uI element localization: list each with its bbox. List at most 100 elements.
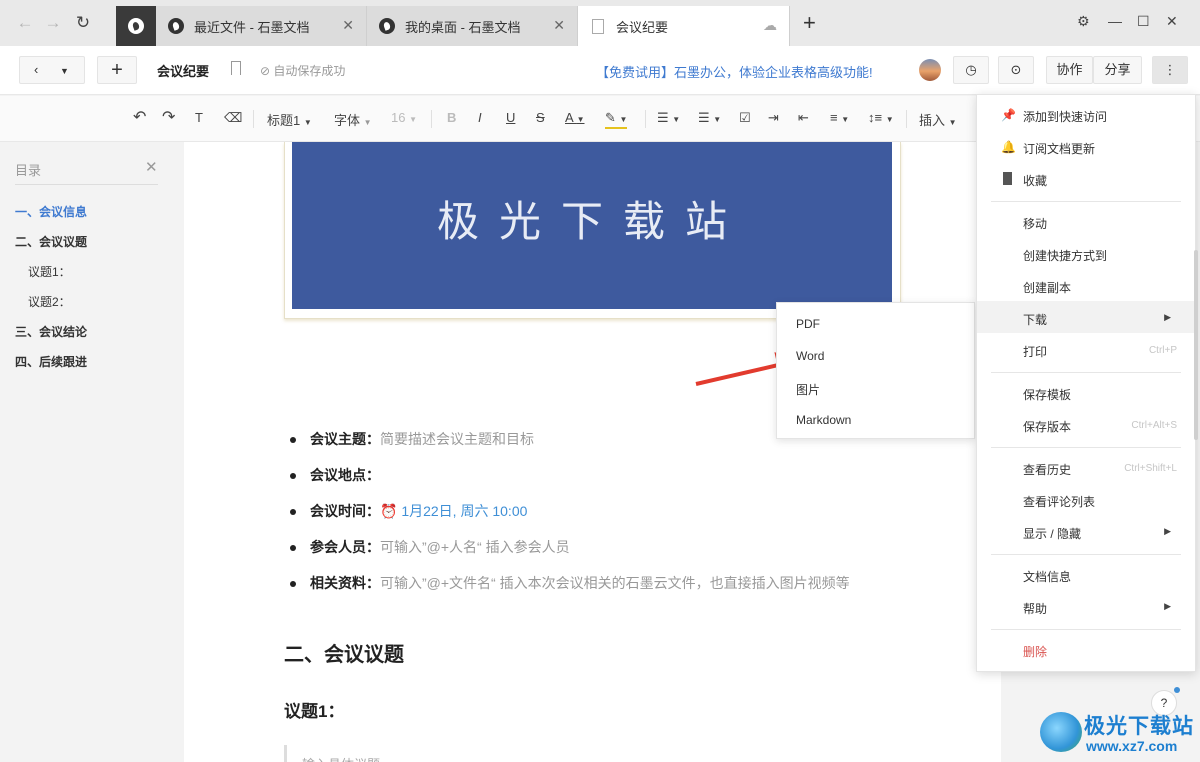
line-spacing-icon[interactable]: ↕≡ ▼ bbox=[868, 110, 894, 125]
menu-item-delete[interactable]: 删除 bbox=[1023, 643, 1047, 660]
close-icon[interactable]: ✕ bbox=[145, 158, 158, 176]
subsection-heading[interactable]: 议题1： bbox=[284, 697, 344, 722]
window-close-icon[interactable]: ✕ bbox=[1166, 13, 1178, 30]
download-markdown-item[interactable]: Markdown bbox=[796, 413, 851, 427]
redo-icon[interactable]: ↷ bbox=[162, 107, 175, 127]
checklist-icon[interactable]: ☑ bbox=[739, 110, 751, 126]
new-tab-icon[interactable]: + bbox=[803, 12, 816, 34]
section-heading[interactable]: 二、会议议题 bbox=[284, 638, 404, 667]
highlight-icon[interactable]: ✎ ▼ bbox=[605, 110, 628, 129]
minimize-icon[interactable]: — bbox=[1108, 13, 1122, 29]
bold-icon[interactable]: B bbox=[447, 110, 456, 125]
format-painter-icon[interactable]: T bbox=[195, 110, 203, 125]
new-document-button[interactable]: + bbox=[97, 56, 137, 84]
menu-item-subscribe[interactable]: 订阅文档更新 bbox=[1023, 140, 1095, 157]
shortcut-hint: Ctrl+Alt+S bbox=[1131, 420, 1177, 431]
outline-item-topic-2[interactable]: 议题2： bbox=[28, 293, 71, 310]
promo-link[interactable]: 【免费试用】石墨办公，体验企业表格高级功能! bbox=[596, 62, 873, 81]
notification-dot bbox=[1174, 687, 1180, 693]
avatar[interactable] bbox=[919, 59, 941, 81]
menu-item-history[interactable]: 查看历史 bbox=[1023, 461, 1071, 478]
list-item[interactable]: 相关资料：可输入”@+文件名“ 插入本次会议相关的石墨云文件，也直接插入图片视频… bbox=[290, 573, 850, 593]
cloud-icon: ☁ bbox=[763, 17, 777, 33]
app-home-tab[interactable] bbox=[116, 6, 156, 46]
menu-divider bbox=[991, 447, 1181, 448]
strikethrough-icon[interactable]: S bbox=[536, 110, 545, 125]
outline-item-conclusion[interactable]: 三、会议结论 bbox=[15, 323, 87, 340]
font-size-select[interactable]: 16 ▼ bbox=[391, 110, 417, 125]
bullet-list-icon[interactable]: ☰ ▼ bbox=[698, 110, 721, 126]
tab-label: 最近文件 - 石墨文档 bbox=[194, 19, 310, 35]
close-icon[interactable]: ✕ bbox=[553, 17, 565, 34]
chevron-right-icon: ▶ bbox=[1164, 526, 1171, 536]
menu-item-doc-info[interactable]: 文档信息 bbox=[1023, 568, 1071, 585]
banner-image[interactable]: 极光下载站 bbox=[292, 142, 892, 309]
presentation-play-icon[interactable]: ⊙ bbox=[998, 56, 1034, 84]
insert-select[interactable]: 插入 ▼ bbox=[919, 110, 957, 129]
bookmark-icon bbox=[1003, 172, 1012, 185]
bookmark-icon[interactable] bbox=[231, 61, 241, 75]
download-image-item[interactable]: 图片 bbox=[796, 381, 820, 398]
meeting-date[interactable]: 1月22日, 周六 10:00 bbox=[401, 503, 527, 519]
list-item[interactable]: 会议时间：⏰ 1月22日, 周六 10:00 bbox=[290, 501, 527, 521]
indent-icon[interactable]: ⇥ bbox=[768, 110, 779, 126]
menu-item-add-quick-access[interactable]: 添加到快速访问 bbox=[1023, 108, 1107, 125]
collab-button[interactable]: 协作 bbox=[1046, 56, 1093, 84]
chevron-right-icon: ▶ bbox=[1164, 601, 1171, 611]
download-pdf-item[interactable]: PDF bbox=[796, 317, 820, 331]
more-dropdown-menu: 📌 添加到快速访问 🔔 订阅文档更新 收藏 移动 创建快捷方式到 创建副本 下载… bbox=[976, 94, 1196, 672]
ordered-list-icon[interactable]: ☰ ▼ bbox=[657, 110, 680, 126]
heading-select[interactable]: 标题1 ▼ bbox=[267, 110, 312, 129]
quote-placeholder[interactable]: 输入具体议题 bbox=[302, 754, 380, 762]
maximize-icon[interactable]: ☐ bbox=[1137, 13, 1150, 30]
insert-label: 插入 bbox=[919, 113, 946, 128]
tab-my-desktop[interactable]: 我的桌面 - 石墨文档 ✕ bbox=[367, 6, 578, 46]
tab-meeting-notes[interactable]: 会议纪要 ☁ bbox=[578, 6, 790, 46]
menu-item-favorite[interactable]: 收藏 bbox=[1023, 172, 1047, 189]
menu-item-comments[interactable]: 查看评论列表 bbox=[1023, 493, 1095, 510]
menu-item-move[interactable]: 移动 bbox=[1023, 215, 1047, 232]
history-clock-icon[interactable]: ◷ bbox=[953, 56, 989, 84]
download-word-item[interactable]: Word bbox=[796, 349, 824, 363]
underline-icon[interactable]: U bbox=[506, 110, 515, 125]
menu-item-copy[interactable]: 创建副本 bbox=[1023, 279, 1071, 296]
menu-item-save-template[interactable]: 保存模板 bbox=[1023, 386, 1071, 403]
outline-item-meeting-topics[interactable]: 二、会议议题 bbox=[15, 233, 87, 250]
outline-item-meeting-info[interactable]: 一、会议信息 bbox=[15, 203, 87, 220]
share-button[interactable]: 分享 bbox=[1093, 56, 1142, 84]
list-item[interactable]: 参会人员：可输入”@+人名“ 插入参会人员 bbox=[290, 537, 570, 557]
reload-icon[interactable]: ↻ bbox=[70, 10, 96, 36]
more-menu-button[interactable]: ⋮ bbox=[1152, 56, 1188, 84]
settings-gear-icon[interactable]: ⚙ bbox=[1077, 13, 1090, 30]
back-arrow-icon[interactable]: ← bbox=[12, 10, 38, 36]
list-item[interactable]: 会议主题：简要描述会议主题和目标 bbox=[290, 429, 534, 449]
page-title[interactable]: 会议纪要 bbox=[157, 61, 209, 80]
italic-icon[interactable]: I bbox=[478, 110, 482, 125]
tab-recent-files[interactable]: 最近文件 - 石墨文档 ✕ bbox=[156, 6, 367, 46]
outline-item-topic-1[interactable]: 议题1： bbox=[28, 263, 71, 280]
menu-item-help[interactable]: 帮助 bbox=[1023, 600, 1047, 617]
tab-label: 我的桌面 - 石墨文档 bbox=[405, 19, 521, 35]
bullet-dot bbox=[290, 509, 296, 516]
watermark-url: www.xz7.com bbox=[1086, 738, 1178, 754]
scrollbar[interactable] bbox=[1194, 250, 1198, 440]
autosave-status: ⊘ 自动保存成功 bbox=[260, 64, 346, 78]
list-item[interactable]: 会议地点： bbox=[290, 465, 380, 485]
back-dropdown-button[interactable]: ‹ ▼ bbox=[19, 56, 85, 84]
undo-icon[interactable]: ↶ bbox=[133, 107, 146, 127]
forward-arrow-icon[interactable]: → bbox=[40, 10, 66, 36]
menu-item-download[interactable]: 下载 bbox=[1023, 311, 1047, 328]
menu-item-save-version[interactable]: 保存版本 bbox=[1023, 418, 1071, 435]
outdent-icon[interactable]: ⇤ bbox=[798, 110, 809, 126]
menu-item-show-hide[interactable]: 显示 / 隐藏 bbox=[1023, 525, 1081, 542]
align-icon[interactable]: ≡ ▼ bbox=[830, 110, 849, 125]
clear-format-eraser-icon[interactable]: ⌫ bbox=[224, 110, 242, 126]
menu-item-create-shortcut[interactable]: 创建快捷方式到 bbox=[1023, 247, 1107, 264]
close-icon[interactable]: ✕ bbox=[342, 17, 354, 34]
chevron-right-icon: ▶ bbox=[1164, 312, 1171, 322]
text-color-icon[interactable]: A ▼ bbox=[565, 110, 585, 125]
outline-item-follow-up[interactable]: 四、后续跟进 bbox=[15, 353, 87, 370]
font-select[interactable]: 字体 ▼ bbox=[334, 110, 372, 129]
menu-item-print[interactable]: 打印 bbox=[1023, 343, 1047, 360]
menu-divider bbox=[991, 201, 1181, 202]
